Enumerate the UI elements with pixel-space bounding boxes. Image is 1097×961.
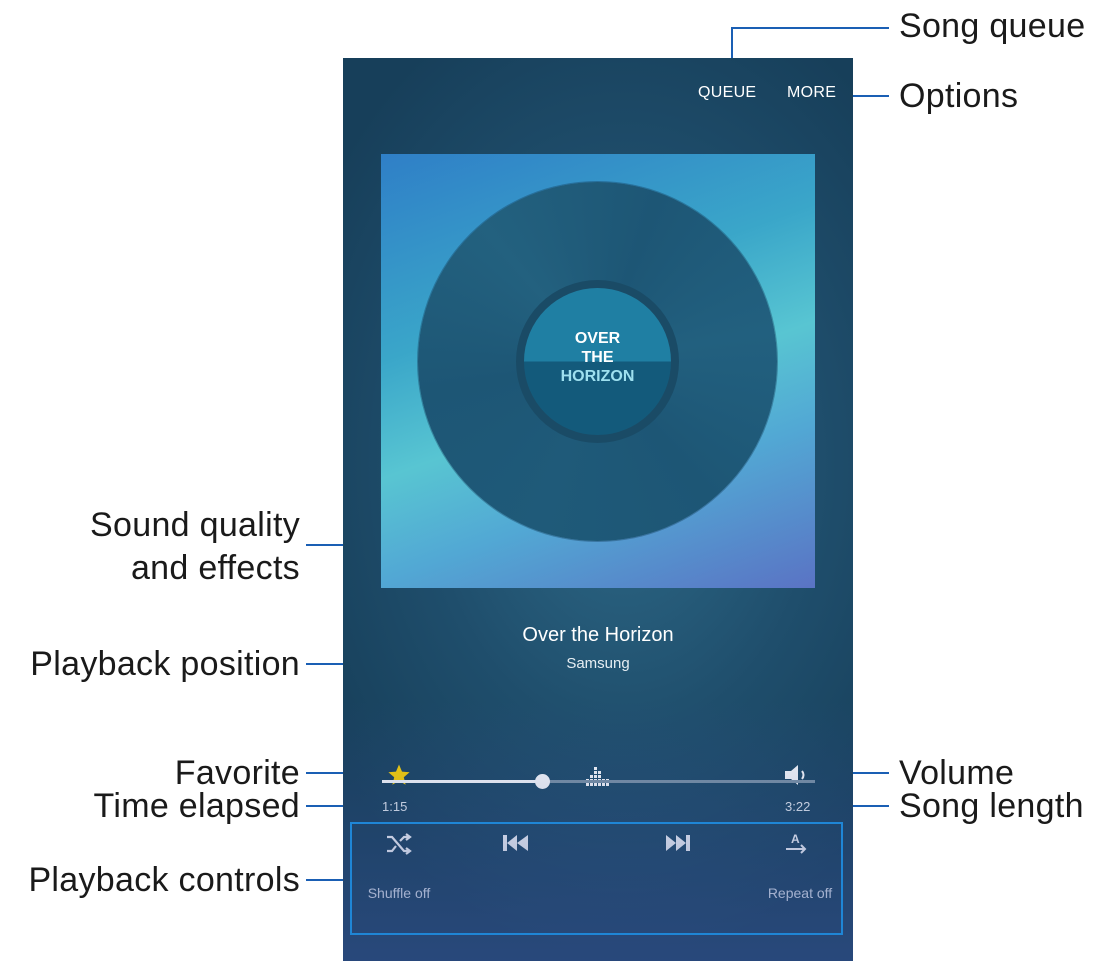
speaker-icon[interactable] (783, 763, 813, 787)
playback-controls-highlight (350, 822, 843, 935)
playback-progress-fill (382, 780, 543, 783)
equalizer-icon[interactable] (586, 765, 610, 787)
callout-sound-quality-line2: and effects (130, 549, 300, 587)
playback-position-slider[interactable] (382, 774, 815, 789)
callout-playback-controls: Playback controls (28, 861, 300, 899)
callout-song-queue: Song queue (899, 7, 1086, 45)
album-art: OVER THE HORIZON (381, 154, 815, 588)
callout-sound-quality-line1: Sound quality (90, 506, 300, 544)
album-art-disc: OVER THE HORIZON (418, 182, 777, 541)
star-icon[interactable] (387, 763, 411, 787)
song-title: Over the Horizon (522, 624, 674, 646)
album-art-text-line1: OVER (574, 330, 621, 347)
more-options-button[interactable]: MORE (787, 84, 836, 102)
leader-song-queue (731, 27, 889, 58)
album-art-label: OVER THE HORIZON (516, 280, 679, 443)
callout-song-length: Song length (899, 787, 1084, 825)
playback-position-thumb[interactable] (535, 774, 551, 789)
album-art-text-line2: THE (581, 349, 614, 366)
time-elapsed: 1:15 (382, 799, 408, 814)
callout-options: Options (899, 77, 1019, 115)
callout-playback-position: Playback position (30, 645, 300, 683)
song-length: 3:22 (785, 799, 811, 814)
song-artist: Samsung (566, 655, 630, 672)
callout-time-elapsed: Time elapsed (93, 787, 300, 825)
queue-button[interactable]: QUEUE (698, 84, 756, 102)
album-art-text-line3: HORIZON (560, 368, 635, 385)
